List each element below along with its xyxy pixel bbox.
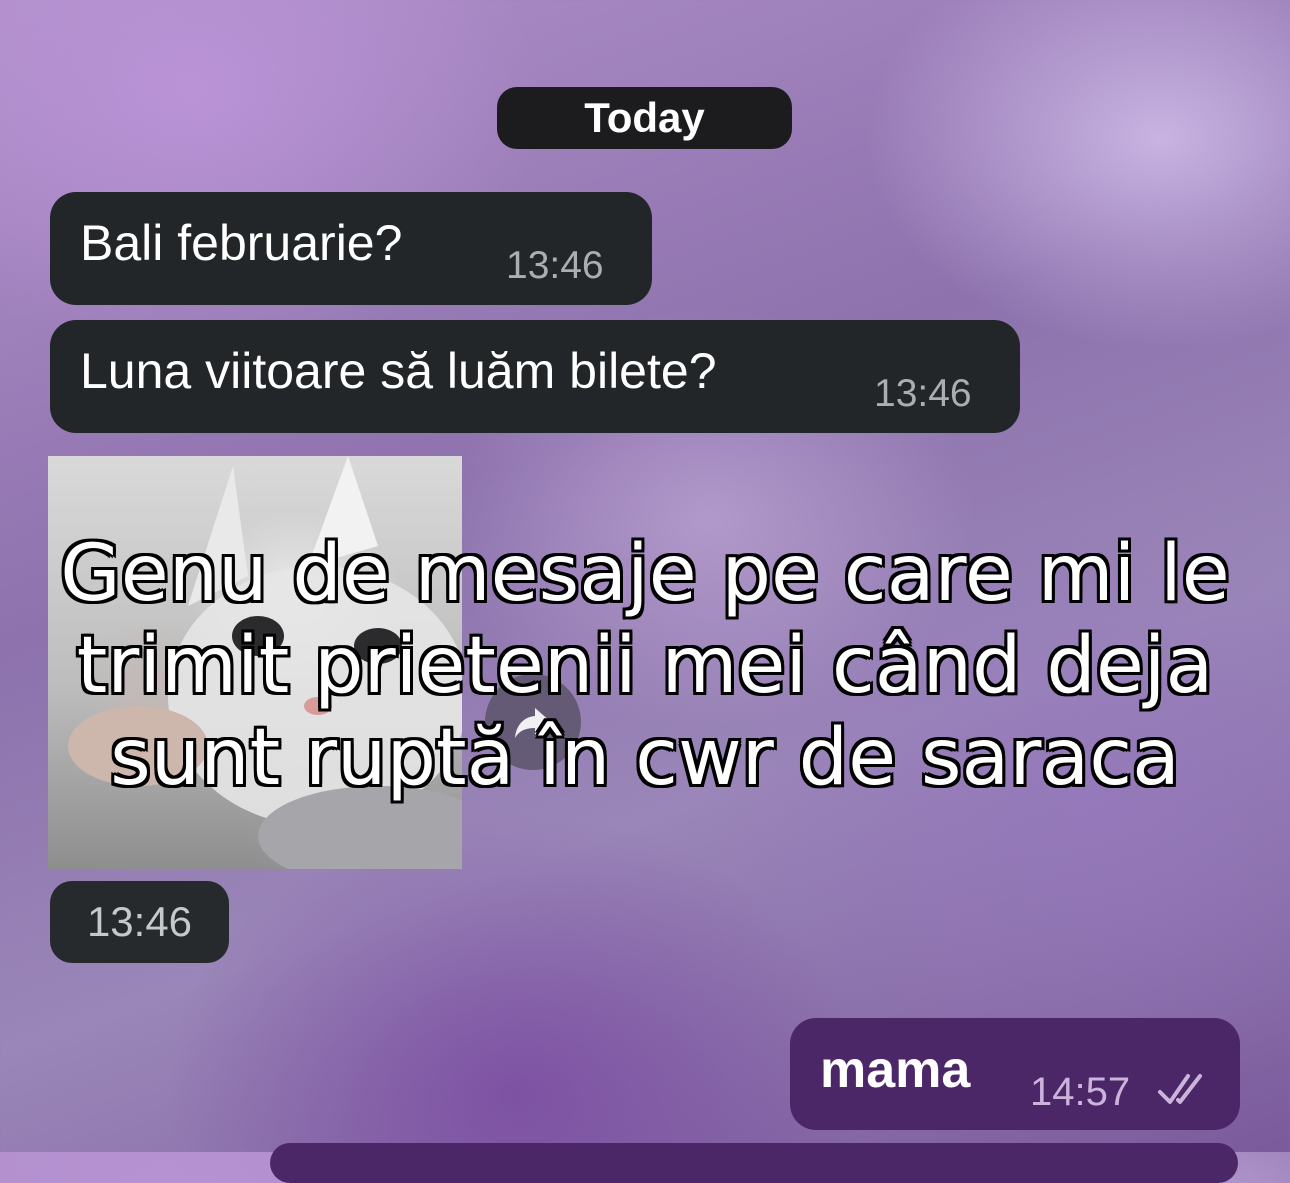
double-check-icon	[1158, 1074, 1202, 1104]
caption-line: Genu de mesaje pe care mi le	[60, 529, 1230, 619]
outgoing-message[interactable]: mama 14:57	[790, 1018, 1240, 1130]
message-text: mama	[820, 1041, 971, 1099]
message-time: 14:57	[1030, 1070, 1131, 1114]
message-time: 13:46	[506, 244, 604, 287]
overlay-caption: Genu de mesaje pe care mi le trimit prie…	[60, 528, 1230, 804]
caption-line: trimit prietenii mei când deja	[76, 621, 1214, 711]
message-text: Bali februarie?	[80, 215, 403, 271]
incoming-message[interactable]: Bali februarie? 13:46	[50, 192, 652, 305]
outgoing-message-partial[interactable]	[270, 1143, 1238, 1183]
date-separator: Today	[497, 87, 792, 149]
message-text: Luna viitoare să luăm bilete?	[80, 343, 717, 399]
video-message-time: 13:46	[50, 881, 229, 963]
incoming-message[interactable]: Luna viitoare să luăm bilete? 13:46	[50, 320, 1020, 433]
message-time: 13:46	[874, 372, 972, 415]
caption-line: sunt ruptă în cwr de saraca	[110, 713, 1180, 803]
